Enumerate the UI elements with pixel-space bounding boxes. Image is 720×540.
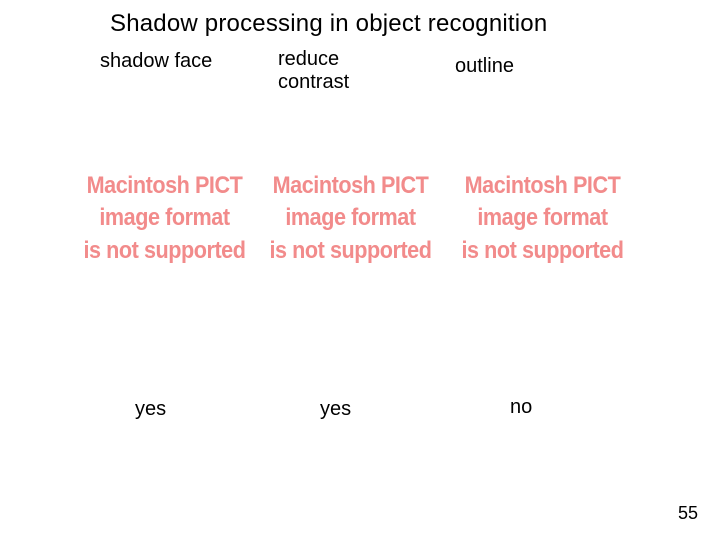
pict-line-3: is not supported <box>84 237 246 264</box>
column-header-outline: outline <box>455 55 575 78</box>
pict-line-2: image format <box>285 204 415 231</box>
pict-line-1: Macintosh PICT <box>273 172 429 199</box>
answer-shadow-face: yes <box>135 398 166 421</box>
pict-line-2: image format <box>477 204 607 231</box>
column-header-shadow-face: shadow face <box>100 50 220 73</box>
slide-title: Shadow processing in object recognition <box>110 10 547 38</box>
pict-placeholder: Macintosh PICT image format is not suppo… <box>77 170 253 267</box>
pict-line-1: Macintosh PICT <box>87 172 243 199</box>
column-header-reduce-contrast: reduce contrast <box>278 48 398 94</box>
pict-line-1: Macintosh PICT <box>465 172 621 199</box>
answer-outline: no <box>510 396 532 419</box>
answer-reduce-contrast: yes <box>320 398 351 421</box>
pict-placeholder: Macintosh PICT image format is not suppo… <box>455 170 631 267</box>
pict-line-3: is not supported <box>270 237 432 264</box>
pict-placeholder: Macintosh PICT image format is not suppo… <box>263 170 439 267</box>
slide: Shadow processing in object recognition … <box>0 0 720 540</box>
pict-line-2: image format <box>99 204 229 231</box>
pict-line-3: is not supported <box>462 237 624 264</box>
page-number: 55 <box>678 503 698 524</box>
